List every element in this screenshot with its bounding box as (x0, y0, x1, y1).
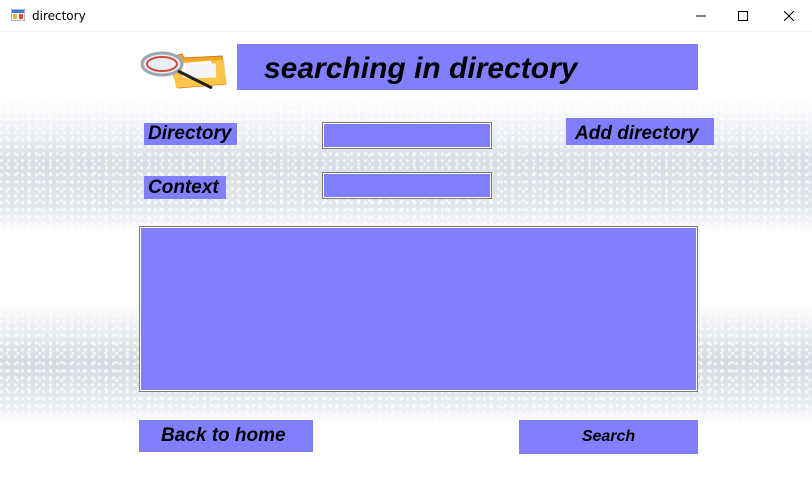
maximize-button[interactable] (720, 0, 766, 32)
title-bar[interactable]: directory (0, 0, 812, 32)
directory-input[interactable] (322, 122, 492, 149)
maximize-icon (738, 11, 748, 21)
add-directory-button[interactable]: Add directory (566, 118, 714, 145)
minimize-icon (696, 15, 706, 17)
app-icon (11, 9, 25, 21)
results-textarea[interactable] (139, 226, 698, 392)
window-title: directory (32, 9, 86, 23)
form-client-area: searching in directory Directory Add dir… (0, 32, 812, 478)
close-button[interactable] (766, 0, 812, 32)
close-icon (784, 11, 794, 21)
context-label: Context (144, 176, 226, 199)
context-input[interactable] (322, 172, 492, 199)
search-button[interactable]: Search (519, 420, 698, 454)
minimize-button[interactable] (678, 0, 724, 32)
back-to-home-button[interactable]: Back to home (139, 420, 313, 452)
directory-label: Directory (144, 123, 237, 145)
magnifier-folder-icon (140, 51, 227, 90)
page-title: searching in directory (237, 44, 698, 90)
